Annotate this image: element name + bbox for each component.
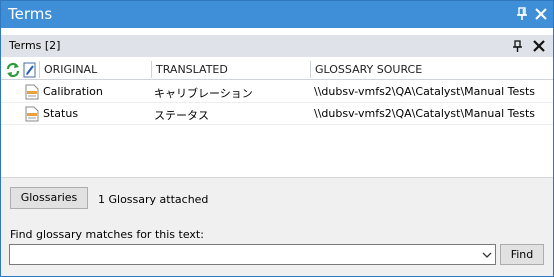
cell-translated: ステータス bbox=[154, 109, 209, 122]
table-row[interactable]: Status ステータス \\dubsv-vmfs2\QA\Catalyst\M… bbox=[1, 103, 553, 125]
column-separator bbox=[310, 61, 311, 78]
find-combobox[interactable] bbox=[9, 244, 496, 265]
window-title: Terms bbox=[8, 5, 53, 23]
cell-translated: キャリブレーション bbox=[154, 87, 253, 100]
cell-glossary-source: \\dubsv-vmfs2\QA\Catalyst\Manual Tests bbox=[314, 85, 536, 98]
table-row[interactable]: Calibration キャリブレーション \\dubsv-vmfs2\QA\C… bbox=[1, 81, 553, 103]
panel-header: Terms [2] bbox=[1, 35, 553, 57]
column-translated[interactable]: TRANSLATED bbox=[156, 63, 228, 76]
panel-title: Terms [2] bbox=[9, 39, 61, 52]
chevron-down-icon[interactable] bbox=[481, 249, 493, 261]
cell-original: Status bbox=[43, 107, 79, 120]
close-icon[interactable] bbox=[534, 7, 548, 21]
cell-original: Calibration bbox=[43, 85, 103, 98]
term-document-icon bbox=[25, 106, 39, 122]
close-icon[interactable] bbox=[532, 39, 546, 53]
column-separator bbox=[39, 61, 40, 78]
refresh-icon[interactable] bbox=[5, 62, 21, 78]
title-bar: Terms bbox=[1, 1, 553, 28]
column-separator bbox=[151, 61, 152, 78]
column-original[interactable]: ORIGINAL bbox=[44, 63, 97, 76]
find-input[interactable] bbox=[12, 246, 477, 263]
edit-document-icon[interactable] bbox=[22, 62, 38, 78]
glossary-status: 1 Glossary attached bbox=[98, 193, 209, 206]
pin-icon[interactable] bbox=[515, 7, 529, 21]
pin-icon[interactable] bbox=[510, 39, 524, 53]
term-document-icon bbox=[25, 84, 39, 100]
glossaries-button[interactable]: Glossaries bbox=[10, 187, 88, 209]
find-button[interactable]: Find bbox=[500, 244, 544, 265]
bottom-panel: Glossaries 1 Glossary attached Find glos… bbox=[1, 177, 553, 276]
cell-glossary-source: \\dubsv-vmfs2\QA\Catalyst\Manual Tests bbox=[314, 107, 536, 120]
grid-header: ORIGINAL TRANSLATED GLOSSARY SOURCE bbox=[1, 59, 553, 80]
terms-window: Terms Terms [2] ORIGINAL TRANSLATED GLOS… bbox=[0, 0, 554, 277]
column-glossary-source[interactable]: GLOSSARY SOURCE bbox=[315, 63, 422, 76]
find-label: Find glossary matches for this text: bbox=[10, 228, 204, 241]
